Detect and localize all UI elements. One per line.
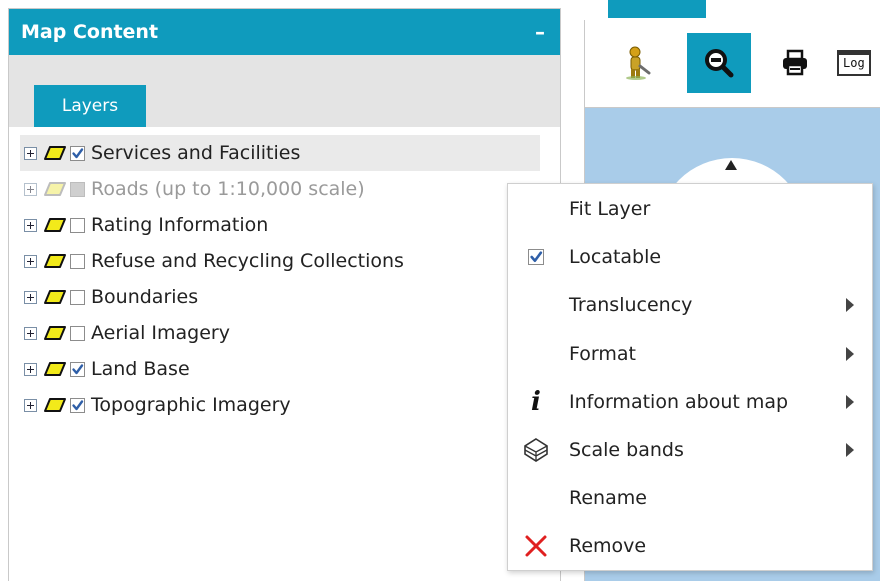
layer-row[interactable]: Rating Information [20,207,540,243]
menu-item-label: Scale bands [569,439,684,461]
layer-label[interactable]: Refuse and Recycling Collections [91,250,404,272]
menu-item-label: Information about map [569,390,789,413]
menu-item-label: Remove [569,535,647,558]
streetview-tool-button[interactable] [605,33,669,93]
menu-item-information-about-map[interactable]: i Information about map [508,379,872,425]
menu-item-label: Translucency [569,294,693,317]
submenu-arrow-icon [846,346,854,361]
minimize-button[interactable]: – [532,22,548,42]
expand-plus-icon[interactable] [24,362,37,376]
menu-item-label: Rename [569,487,647,510]
log-icon-text: Log [843,56,865,70]
layer-visibility-checkbox[interactable] [70,217,85,233]
layer-label[interactable]: Aerial Imagery [91,322,230,344]
remove-x-icon [522,532,550,560]
layer-row[interactable]: Aerial Imagery [20,315,540,351]
panel-tabbar: Layers [9,55,560,127]
log-tool-button[interactable]: Log [837,33,880,93]
menu-item-scale-bands[interactable]: Scale bands [508,427,872,473]
expand-plus-icon[interactable] [24,146,37,160]
checkbox-checked-icon[interactable] [522,243,550,271]
panel-header: Map Content – [9,9,560,55]
layer-label[interactable]: Topographic Imagery [91,394,291,416]
menu-item-format[interactable]: Format [508,331,872,377]
submenu-arrow-icon [846,443,854,457]
zoom-tool-button[interactable] [687,33,751,93]
expand-plus-icon[interactable] [24,398,37,412]
layer-label[interactable]: Land Base [91,358,190,380]
menu-item-locatable[interactable]: Locatable [508,234,872,280]
expand-plus-icon[interactable] [24,326,37,340]
submenu-arrow-icon [846,298,854,313]
layer-symbol-icon [43,253,70,269]
panel-title: Map Content [21,21,159,43]
scale-bands-icon [522,436,550,464]
pan-up-arrow-icon[interactable] [725,160,737,170]
layer-row[interactable]: Roads (up to 1:10,000 scale) [20,171,540,207]
layer-visibility-checkbox[interactable] [70,397,85,413]
layer-visibility-checkbox[interactable] [70,253,85,269]
layer-symbol-icon [43,361,70,377]
layer-symbol-icon [43,145,70,161]
layer-list: Services and Facilities Roads (up to 1:10… [20,135,540,423]
layer-context-menu: Fit Layer Locatable Translucency Format i Inf… [507,183,873,571]
menu-item-translucency[interactable]: Translucency [508,282,872,328]
submenu-arrow-icon [846,394,854,409]
tab-layers[interactable]: Layers [34,85,146,127]
layer-row[interactable]: Services and Facilities [20,135,540,171]
info-icon: i [531,386,541,417]
menu-item-label: Fit Layer [569,198,651,220]
print-tool-button[interactable] [763,33,827,93]
layer-label[interactable]: Services and Facilities [91,142,300,164]
menu-item-rename[interactable]: Rename [508,475,872,521]
layer-visibility-checkbox[interactable] [70,145,85,161]
expand-plus-icon[interactable] [24,182,37,196]
layer-symbol-icon [43,397,70,413]
layer-row[interactable]: Refuse and Recycling Collections [20,243,540,279]
layer-row[interactable]: Land Base [20,351,540,387]
zoom-icon [705,49,734,78]
menu-item-label: Locatable [569,246,662,269]
map-toolbar: Log [584,20,880,108]
menu-item-label: Format [569,342,636,365]
layer-symbol-icon [43,181,70,197]
layer-symbol-icon [43,325,70,341]
expand-plus-icon[interactable] [24,254,37,268]
layer-row[interactable]: Boundaries [20,279,540,315]
layer-row[interactable]: Topographic Imagery [20,387,540,423]
expand-plus-icon[interactable] [24,218,37,232]
menu-item-remove[interactable]: Remove [508,523,872,569]
expand-plus-icon[interactable] [24,290,37,304]
layer-label[interactable]: Boundaries [91,286,198,308]
menu-item-fit-layer[interactable]: Fit Layer [508,186,872,232]
print-icon [783,49,807,76]
layer-symbol-icon [43,217,70,233]
layer-visibility-checkbox[interactable] [70,289,85,305]
layer-visibility-checkbox[interactable] [70,325,85,341]
layer-label[interactable]: Rating Information [91,214,268,236]
layer-symbol-icon [43,289,70,305]
layer-visibility-checkbox [70,181,85,197]
layer-label[interactable]: Roads (up to 1:10,000 scale) [91,178,365,200]
log-icon: Log [837,50,871,76]
streetview-person-icon [626,46,651,80]
map-tab[interactable] [608,0,706,18]
layer-visibility-checkbox[interactable] [70,361,85,377]
